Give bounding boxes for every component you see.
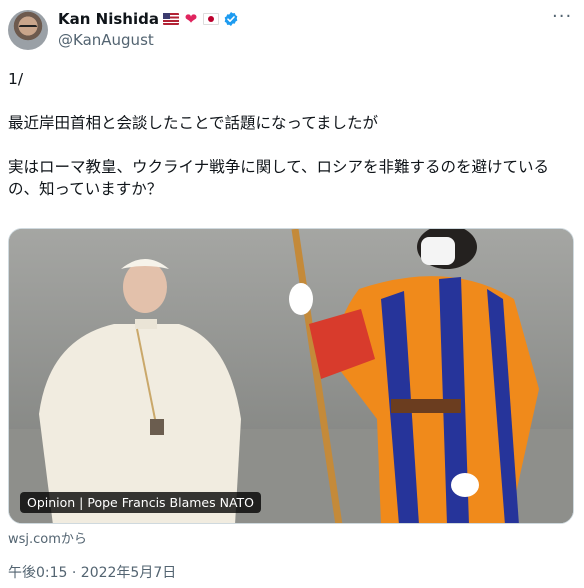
avatar[interactable] bbox=[8, 10, 48, 50]
us-flag-icon bbox=[162, 13, 179, 25]
tweet-header: Kan Nishida ❤ @KanAugust ··· bbox=[0, 0, 584, 60]
name-row: Kan Nishida ❤ bbox=[58, 8, 239, 30]
verified-badge-icon bbox=[224, 12, 238, 26]
author-block: Kan Nishida ❤ @KanAugust bbox=[58, 8, 239, 49]
author-handle[interactable]: @KanAugust bbox=[58, 31, 239, 49]
author-display-name[interactable]: Kan Nishida bbox=[58, 10, 159, 28]
link-source[interactable]: wsj.comから bbox=[8, 528, 87, 547]
link-card-caption: Opinion | Pope Francis Blames NATO bbox=[20, 492, 262, 513]
tweet-timestamp[interactable]: 午後0:15 · 2022年5月7日 bbox=[8, 562, 176, 582]
tweet-text: 1/ 最近岸田首相と会談したことで話題になってましたが 実はローマ教皇、ウクライ… bbox=[8, 70, 549, 198]
red-heart-icon: ❤ bbox=[184, 10, 198, 28]
link-card-image[interactable]: Opinion | Pope Francis Blames NATO bbox=[8, 228, 574, 524]
more-options-button[interactable]: ··· bbox=[552, 8, 572, 28]
japan-flag-icon bbox=[202, 13, 219, 25]
pope-swiss-guard-photo bbox=[9, 229, 573, 523]
